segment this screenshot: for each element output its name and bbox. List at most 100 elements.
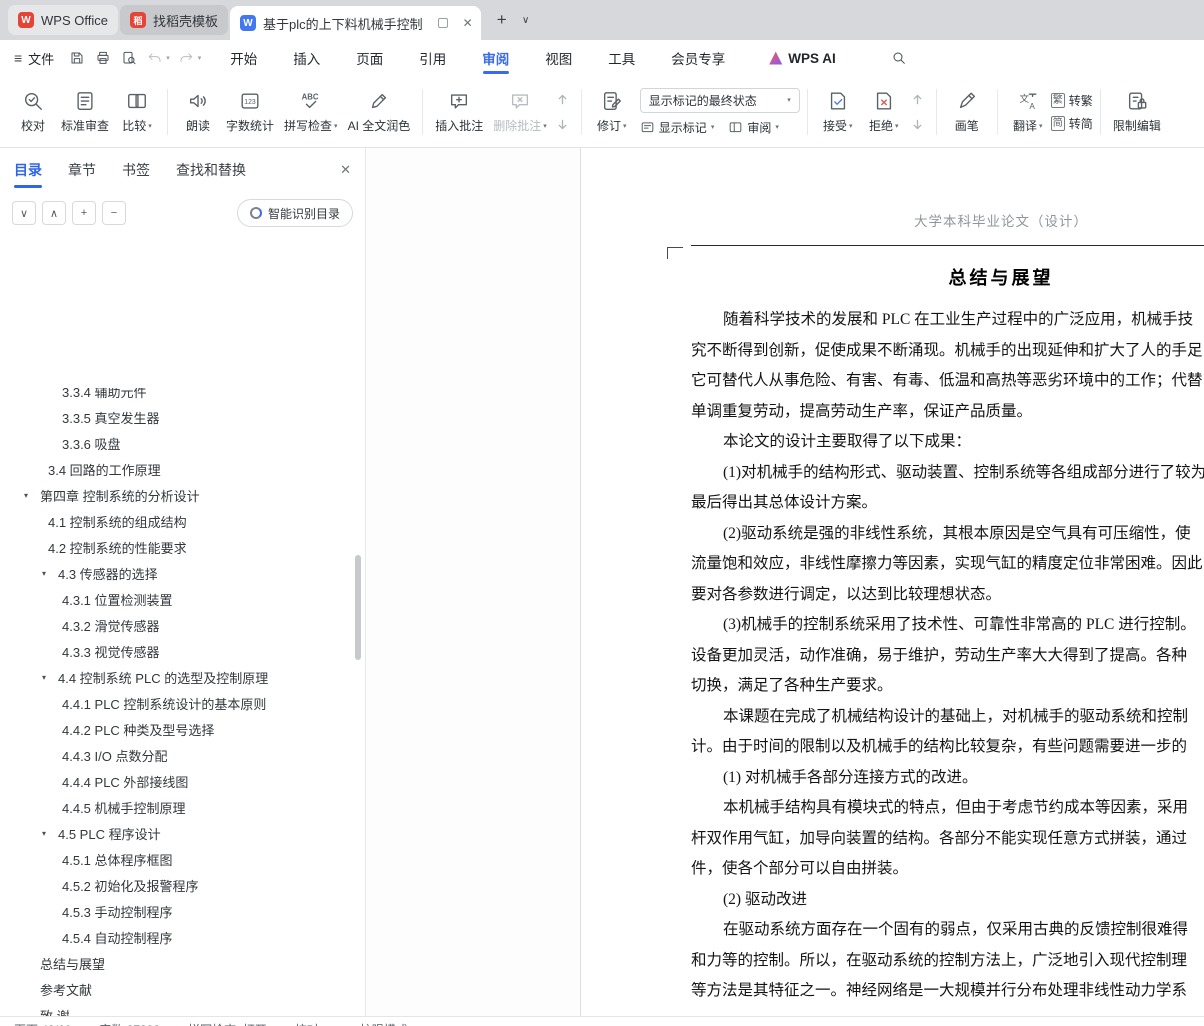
print-preview-button[interactable] [116,46,141,71]
smart-toc-button[interactable]: 智能识别目录 [236,199,353,227]
status-word-count[interactable]: 字数 27398 [99,1021,160,1026]
toc-item[interactable]: ▾ 4.5.4 自动控制程序 [0,924,353,950]
toc-item[interactable]: ▾ 4.2 控制系统的性能要求 [0,534,353,560]
expand-arrow-icon[interactable]: ▾ [42,829,58,838]
save-button[interactable] [64,46,89,71]
tab-membership[interactable]: 会员专享 [671,40,725,76]
toc-item[interactable]: ▾ 4.3 传感器的选择 [0,560,353,586]
ai-polish-button[interactable]: AI 全文润色 [343,85,416,138]
proofread-button[interactable]: 校对 [10,85,56,138]
toc-item[interactable]: ▾ 4.4.3 I/O 点数分配 [0,742,353,768]
toc-item[interactable]: ▾ 4.4.4 PLC 外部接线图 [0,768,353,794]
close-pane-icon[interactable]: ✕ [340,162,351,178]
tab-document[interactable]: W 基于plc的上下料机械手控制 ✕ [229,6,481,40]
toc-item[interactable]: ▾ 3.3.4 辅助元件 [0,388,353,404]
collapse-level-button[interactable]: ∨ [12,201,36,225]
delete-comment-button[interactable]: 删除批注 ▾ [488,85,552,138]
tab-review[interactable]: 审阅 [482,40,509,76]
expand-arrow-icon[interactable]: ▾ [24,491,40,500]
word-count-button[interactable]: 123 字数统计 [221,85,279,138]
pane-tab-toc[interactable]: 目录 [14,148,42,192]
compare-button[interactable]: 比较 ▾ [114,85,160,138]
tab-wps-office[interactable]: W WPS Office [8,5,118,35]
tab-references[interactable]: 引用 [419,40,446,76]
status-eye-mode[interactable]: 护眼模式 [346,1021,408,1026]
read-aloud-button[interactable]: 朗读 [175,85,221,138]
toc-item[interactable]: ▾ 第四章 控制系统的分析设计 [0,482,353,508]
tab-docer-templates[interactable]: 稻 找稻壳模板 [119,5,228,35]
new-tab-button[interactable]: + [489,7,515,33]
wps-ai-button[interactable]: WPS AI [769,51,836,66]
insert-comment-button[interactable]: 插入批注 [430,85,488,138]
text-line: 单调重复劳动，提高劳动生产率，保证产品质量。 [691,402,1033,420]
track-changes-button[interactable]: 修订 ▾ [589,85,635,138]
previous-comment-button[interactable] [552,88,574,110]
file-menu[interactable]: ≡ 文件 [14,49,54,68]
markup-state-dropdown[interactable]: 显示标记的最终状态 ▾ [639,87,800,113]
document-title: 总结与展望 [948,268,1054,288]
decrease-level-button[interactable]: − [102,201,126,225]
to-simplified-button[interactable]: 简 转简 [1050,115,1093,132]
tab-tools[interactable]: 工具 [608,40,635,76]
toc-item[interactable]: ▾ 4.3.2 滑觉传感器 [0,612,353,638]
pane-tab-chapters[interactable]: 章节 [68,148,96,192]
insert-comment-icon [448,89,470,113]
status-proofread[interactable]: 校对 [295,1021,319,1026]
pane-tab-bookmarks[interactable]: 书签 [122,148,150,192]
expand-level-button[interactable]: ∧ [42,201,66,225]
tab-page[interactable]: 页面 [356,40,383,76]
previous-revision-button[interactable] [907,88,929,110]
toc-item[interactable]: ▾ 4.5.1 总体程序框图 [0,846,353,872]
standard-review-button[interactable]: 标准审查 [56,85,114,138]
reject-button[interactable]: 拒绝 ▾ [861,85,907,138]
next-comment-button[interactable] [552,113,574,135]
status-spellcheck[interactable]: 拼写检查: 打开 [188,1021,267,1026]
undo-button[interactable] [142,46,167,71]
navigation-pane: 目录 章节 书签 查找和替换 ✕ ∨ ∧ + − 智能识别目录 ▾ 3.3.4 … [0,148,366,1026]
pane-tab-find-replace[interactable]: 查找和替换 [176,148,246,192]
pen-button[interactable]: 画笔 [944,85,990,138]
tab-restore-icon[interactable] [437,18,448,28]
toc-item[interactable]: ▾ 参考文献 [0,976,353,1002]
redo-chevron-icon[interactable]: ▾ [198,54,202,62]
tab-insert[interactable]: 插入 [293,40,320,76]
toc-item[interactable]: ▾ 4.3.1 位置检测装置 [0,586,353,612]
undo-chevron-icon[interactable]: ▾ [166,54,170,62]
toc-item[interactable]: ▾ 3.3.6 吸盘 [0,430,353,456]
expand-arrow-icon[interactable]: ▾ [42,673,58,682]
increase-level-button[interactable]: + [72,201,96,225]
document-page[interactable]: 大学本科毕业论文（设计） 总结与展望 随着科学技术的发展和 PLC 在工业生产过… [581,148,1204,1026]
spellcheck-button[interactable]: ABC 拼写检查 ▾ [279,85,343,138]
toc-item[interactable]: ▾ 4.4.5 机械手控制原理 [0,794,353,820]
toc-item[interactable]: ▾ 总结与展望 [0,950,353,976]
next-revision-button[interactable] [907,113,929,135]
toc-item[interactable]: ▾ 3.4 回路的工作原理 [0,456,353,482]
to-traditional-button[interactable]: 繁 转繁 [1050,92,1093,109]
restrict-edit-button[interactable]: 限制编辑 [1108,85,1166,138]
tab-list-chevron-icon[interactable]: ∨ [515,7,537,33]
tab-view[interactable]: 视图 [545,40,572,76]
sidebar-scrollbar-thumb[interactable] [355,555,361,660]
toc-item[interactable]: ▾ 4.1 控制系统的组成结构 [0,508,353,534]
translate-button[interactable]: 文A 翻译 ▾ [1005,85,1051,138]
toc-item[interactable]: ▾ 4.4 控制系统 PLC 的选型及控制原理 [0,664,353,690]
print-button[interactable] [90,46,115,71]
toc-item[interactable]: ▾ 4.4.2 PLC 种类及型号选择 [0,716,353,742]
status-page-count[interactable]: 页面 48/60 [14,1021,71,1026]
toc-item[interactable]: ▾ 4.4.1 PLC 控制系统设计的基本原则 [0,690,353,716]
accept-button[interactable]: 接受 ▾ [815,85,861,138]
show-markup-button[interactable]: 显示标记 ▾ [640,119,714,136]
tab-start[interactable]: 开始 [230,40,257,76]
search-button[interactable] [886,45,912,71]
toc-item[interactable]: ▾ 4.5.2 初始化及报警程序 [0,872,353,898]
toc-item[interactable]: ▾ 致 谢 [0,1002,353,1017]
redo-button[interactable] [174,46,199,71]
toc-item[interactable]: ▾ 3.3.5 真空发生器 [0,404,353,430]
toc-item[interactable]: ▾ 4.3.3 视觉传感器 [0,638,353,664]
review-pane-button[interactable]: 审阅 ▾ [728,119,779,136]
expand-arrow-icon[interactable]: ▾ [42,569,58,578]
text-line: (1) 对机械手各部分连接方式的改进。 [723,768,978,786]
toc-item[interactable]: ▾ 4.5 PLC 程序设计 [0,820,353,846]
tab-close-icon[interactable]: ✕ [463,16,473,30]
toc-item[interactable]: ▾ 4.5.3 手动控制程序 [0,898,353,924]
